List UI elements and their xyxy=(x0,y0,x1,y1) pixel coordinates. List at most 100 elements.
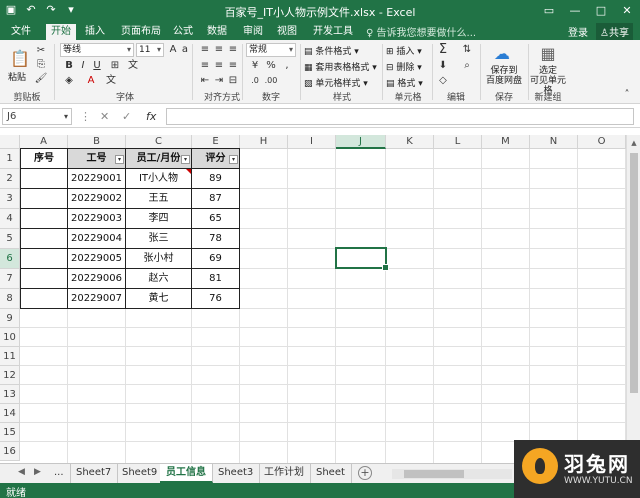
table-cell-emp-no[interactable]: 20229004 xyxy=(68,229,125,248)
find-icon[interactable]: ⌕ xyxy=(460,59,474,73)
cancel-icon[interactable]: ✕ xyxy=(100,110,109,123)
fill-color-icon[interactable]: ◈ xyxy=(62,74,76,88)
tab-developer[interactable]: 开发工具 xyxy=(308,24,358,40)
paste-label[interactable]: 粘贴 xyxy=(8,70,26,83)
format-painter-icon[interactable]: 🖌 xyxy=(34,72,48,86)
insert-cells-button[interactable]: ⊞ 插入 ▾ xyxy=(386,44,422,57)
currency-icon[interactable]: ¥ xyxy=(248,59,262,73)
share-button[interactable]: ♙共享 xyxy=(596,23,633,40)
column-header-l[interactable]: L xyxy=(434,135,482,149)
select-visible-icon[interactable]: ▦ xyxy=(536,43,560,65)
column-header-i[interactable]: I xyxy=(288,135,336,149)
increase-indent-icon[interactable]: ⇥ xyxy=(212,74,226,88)
font-color-icon[interactable]: A xyxy=(84,74,98,88)
cut-icon[interactable]: ✂ xyxy=(34,44,48,58)
save-to-baidu-button[interactable]: 保存到 百度网盘 xyxy=(484,66,524,86)
table-cell-emp-no[interactable]: 20229002 xyxy=(68,189,125,208)
filter-dropdown-icon[interactable]: ▾ xyxy=(115,155,124,164)
row-header-2[interactable]: 2 xyxy=(0,169,20,189)
table-cell-emp-no[interactable]: 20229006 xyxy=(68,269,125,288)
sheet-tabs-ellipsis[interactable]: ... xyxy=(48,464,71,483)
table-cell-name[interactable]: 王五 xyxy=(126,189,191,208)
align-left-icon[interactable]: ≡ xyxy=(198,59,212,73)
wen-icon[interactable]: 文 xyxy=(126,59,140,73)
row-header-9[interactable]: 9 xyxy=(0,309,20,328)
vertical-scroll-thumb[interactable] xyxy=(630,153,638,393)
cloud-icon[interactable]: ☁ xyxy=(490,43,514,65)
table-cell-emp-no[interactable]: 20229007 xyxy=(68,289,125,308)
row-header-5[interactable]: 5 xyxy=(0,229,20,249)
horizontal-scrollbar[interactable] xyxy=(392,469,512,479)
tab-data[interactable]: 数据 xyxy=(202,24,232,40)
sheet-tab-active[interactable]: 员工信息 xyxy=(160,464,213,483)
vertical-scrollbar[interactable]: ▲ ▼ xyxy=(626,135,640,463)
clear-icon[interactable]: ◇ xyxy=(436,74,450,88)
customize-qat-icon[interactable]: ▾ xyxy=(64,3,78,17)
horizontal-scroll-thumb[interactable] xyxy=(404,470,464,478)
table-cell-score[interactable]: 89 xyxy=(192,169,239,188)
redo-icon[interactable]: ↷ xyxy=(44,3,58,17)
scroll-up-icon[interactable]: ▲ xyxy=(627,137,640,149)
copy-icon[interactable]: ⎘ xyxy=(34,58,48,72)
column-header-m[interactable]: M xyxy=(482,135,530,149)
bold-icon[interactable]: B xyxy=(62,59,76,73)
table-cell-name[interactable]: 赵六 xyxy=(126,269,191,288)
formula-input[interactable] xyxy=(166,108,634,125)
table-cell-name[interactable]: 张小村 xyxy=(126,249,191,268)
paste-icon[interactable]: 📋 xyxy=(8,48,32,70)
sheet-tab[interactable]: Sheet xyxy=(310,464,352,483)
align-top-icon[interactable]: ≡ xyxy=(198,43,212,57)
worksheet-grid[interactable]: A B C E H I J K L M N O 1 2 3 4 5 6 7 8 … xyxy=(0,135,640,463)
tab-insert[interactable]: 插入 xyxy=(80,24,110,40)
column-header-k[interactable]: K xyxy=(386,135,434,149)
tab-review[interactable]: 审阅 xyxy=(238,24,268,40)
column-header-e[interactable]: E xyxy=(192,135,240,149)
maximize-icon[interactable]: □ xyxy=(588,0,614,22)
tab-home[interactable]: 开始 xyxy=(46,24,76,40)
align-middle-icon[interactable]: ≡ xyxy=(212,43,226,57)
row-header-16[interactable]: 16 xyxy=(0,442,20,461)
table-cell-name[interactable]: 张三 xyxy=(126,229,191,248)
table-cell-score[interactable]: 69 xyxy=(192,249,239,268)
minimize-icon[interactable]: — xyxy=(562,0,588,22)
column-header-n[interactable]: N xyxy=(530,135,578,149)
collapse-ribbon-icon[interactable]: ˄ xyxy=(620,88,634,102)
row-header-11[interactable]: 11 xyxy=(0,347,20,366)
row-header-14[interactable]: 14 xyxy=(0,404,20,423)
column-header-o[interactable]: O xyxy=(578,135,626,149)
row-header-15[interactable]: 15 xyxy=(0,423,20,442)
next-sheet-icon[interactable]: ▶ xyxy=(34,467,41,477)
column-header-b[interactable]: B xyxy=(68,135,126,149)
table-cell-name[interactable]: 黄七 xyxy=(126,289,191,308)
add-sheet-icon[interactable]: + xyxy=(358,466,372,480)
insert-function-icon[interactable]: fx xyxy=(146,110,156,123)
name-box[interactable]: J6 xyxy=(2,108,72,125)
tab-file[interactable]: 文件 xyxy=(6,24,36,40)
decrease-font-icon[interactable]: a xyxy=(178,43,192,57)
prev-sheet-icon[interactable]: ◀ xyxy=(18,467,25,477)
sheet-tab[interactable]: Sheet3 xyxy=(212,464,261,483)
delete-cells-button[interactable]: ⊟ 删除 ▾ xyxy=(386,60,422,73)
comma-icon[interactable]: , xyxy=(280,59,294,73)
merge-icon[interactable]: ⊟ xyxy=(226,74,240,88)
row-header-13[interactable]: 13 xyxy=(0,385,20,404)
column-header-h[interactable]: H xyxy=(240,135,288,149)
sheet-tab[interactable]: 工作计划 xyxy=(258,464,311,483)
active-cell-j6[interactable] xyxy=(335,247,389,271)
save-icon[interactable]: ▣ xyxy=(4,3,18,17)
sheet-tab[interactable]: Sheet7 xyxy=(70,464,119,483)
table-cell-name[interactable]: 李四 xyxy=(126,209,191,228)
table-cell-emp-no[interactable]: 20229003 xyxy=(68,209,125,228)
row-header-7[interactable]: 7 xyxy=(0,269,20,289)
increase-decimal-icon[interactable]: .0 xyxy=(248,74,262,88)
enter-icon[interactable]: ✓ xyxy=(122,110,131,123)
fill-icon[interactable]: ⬇ xyxy=(436,59,450,73)
font-size-combo[interactable]: 11 xyxy=(136,43,164,57)
table-cell-emp-no[interactable]: 20229001 xyxy=(68,169,125,188)
table-cell-score[interactable]: 81 xyxy=(192,269,239,288)
align-bottom-icon[interactable]: ≡ xyxy=(226,43,240,57)
tab-formulas[interactable]: 公式 xyxy=(168,24,198,40)
close-icon[interactable]: ✕ xyxy=(614,0,640,22)
table-cell-score[interactable]: 87 xyxy=(192,189,239,208)
column-header-c[interactable]: C xyxy=(126,135,192,149)
